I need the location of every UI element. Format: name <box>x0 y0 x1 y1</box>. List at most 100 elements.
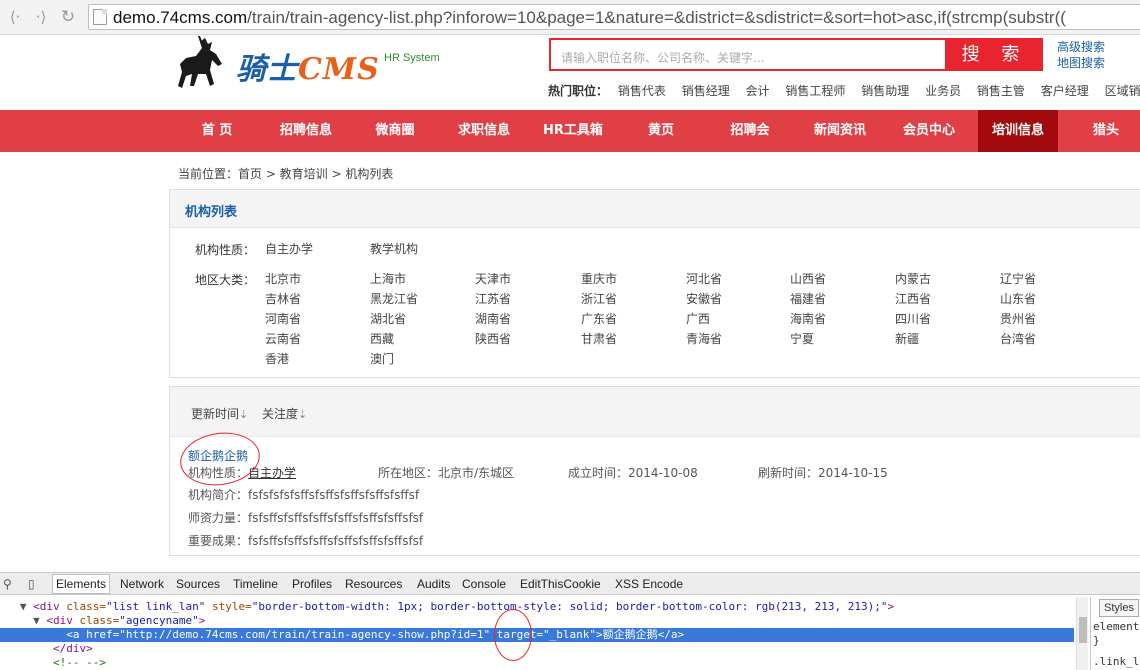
styles-tab[interactable]: Styles <box>1099 599 1139 617</box>
nav-item-training[interactable]: 培训信息 <box>978 110 1058 152</box>
nav-item-resumes[interactable]: 求职信息 <box>448 110 520 152</box>
nav-item-job-fair[interactable]: 招聘会 <box>714 110 786 152</box>
region-option[interactable]: 黑龙江省 <box>370 290 418 307</box>
tab-editthiscookie[interactable]: EditThisCookie <box>520 577 601 591</box>
agency-results: 重要成果：fsfsffsfsffsfsffsfsffsfsffsfsffsfsf <box>188 534 424 548</box>
nav-item-member-center[interactable]: 会员中心 <box>893 110 965 152</box>
tab-elements[interactable]: Elements <box>52 574 111 594</box>
sort-by-attention[interactable]: 关注度⇣ <box>262 405 307 422</box>
tab-profiles[interactable]: Profiles <box>292 577 332 591</box>
hot-job-link[interactable]: 销售助理 <box>861 84 909 98</box>
dom-node[interactable]: ▼ <div class="list link_lan" style="bord… <box>0 600 894 614</box>
styles-rule: element <box>1093 620 1140 633</box>
site-logo[interactable]: 骑士CMS HR System <box>172 36 462 94</box>
region-option[interactable]: 上海市 <box>370 270 406 287</box>
hot-job-link[interactable]: 客户经理 <box>1041 84 1089 98</box>
tab-xss-encode[interactable]: XSS Encode <box>615 577 683 591</box>
region-option[interactable]: 广西 <box>686 310 710 327</box>
nav-item-news[interactable]: 新闻资讯 <box>804 110 876 152</box>
dom-scrollbar[interactable] <box>1076 597 1088 670</box>
sort-by-updated[interactable]: 更新时间⇣ <box>191 405 248 422</box>
tab-audits[interactable]: Audits <box>417 577 450 591</box>
expand-triangle-icon[interactable]: ▼ <box>0 600 33 613</box>
region-option[interactable]: 浙江省 <box>581 290 617 307</box>
region-option[interactable]: 江西省 <box>895 290 931 307</box>
hot-job-link[interactable]: 销售代表 <box>618 84 666 98</box>
tab-timeline[interactable]: Timeline <box>233 577 278 591</box>
nature-option[interactable]: 教学机构 <box>370 240 418 257</box>
dom-node-selected[interactable]: <a href="http://demo.74cms.com/train/tra… <box>0 628 1074 642</box>
filter-panel-header: 机构列表 <box>170 190 1140 228</box>
region-option[interactable]: 新疆 <box>895 330 919 347</box>
region-option[interactable]: 香港 <box>265 350 289 367</box>
dom-tree[interactable]: ▼ <div class="list link_lan" style="bord… <box>0 597 1076 670</box>
tab-network[interactable]: Network <box>120 577 164 591</box>
region-option[interactable]: 宁夏 <box>790 330 814 347</box>
region-option[interactable]: 河南省 <box>265 310 301 327</box>
nav-item-business-circle[interactable]: 微商圈 <box>360 110 430 152</box>
hot-job-link[interactable]: 区域销售 <box>1105 84 1140 98</box>
hot-jobs: 热门职位： 销售代表 销售经理 会计 销售工程师 销售助理 业务员 销售主管 客… <box>548 82 1140 99</box>
advanced-search-link[interactable]: 高级搜索 <box>1057 39 1105 55</box>
expand-triangle-icon[interactable]: ▼ <box>0 614 46 627</box>
nav-item-home[interactable]: 首 页 <box>182 110 252 152</box>
panel-title: 机构列表 <box>185 205 238 220</box>
search-button[interactable]: 搜 索 <box>946 38 1043 71</box>
region-option[interactable]: 山东省 <box>1000 290 1036 307</box>
hot-jobs-label: 热门职位： <box>548 84 609 98</box>
map-search-link[interactable]: 地图搜索 <box>1057 55 1105 71</box>
region-option[interactable]: 陕西省 <box>475 330 511 347</box>
nature-option[interactable]: 自主办学 <box>265 240 313 257</box>
region-option[interactable]: 山西省 <box>790 270 826 287</box>
dom-node[interactable]: ▼ <div class="agencyname"> <box>0 614 205 628</box>
tab-resources[interactable]: Resources <box>345 577 402 591</box>
region-option[interactable]: 辽宁省 <box>1000 270 1036 287</box>
reload-icon[interactable]: ↻ <box>57 7 79 27</box>
nav-item-hr-tools[interactable]: HR工具箱 <box>536 110 610 152</box>
region-option[interactable]: 四川省 <box>895 310 931 327</box>
region-option[interactable]: 甘肃省 <box>581 330 617 347</box>
tab-sources[interactable]: Sources <box>176 577 220 591</box>
region-option[interactable]: 台湾省 <box>1000 330 1036 347</box>
region-label: 地区大类： <box>195 273 256 287</box>
region-option[interactable]: 青海省 <box>686 330 722 347</box>
main-nav: 首 页 招聘信息 微商圈 求职信息 HR工具箱 黄页 招聘会 新闻资讯 会员中心… <box>0 110 1140 152</box>
region-option[interactable]: 湖北省 <box>370 310 406 327</box>
nav-item-headhunter[interactable]: 猎头 <box>1074 110 1138 152</box>
hot-job-link[interactable]: 销售工程师 <box>785 84 845 98</box>
url-text: demo.74cms.com/train/train-agency-list.p… <box>113 8 1066 27</box>
nav-item-jobs[interactable]: 招聘信息 <box>270 110 342 152</box>
hot-job-link[interactable]: 销售经理 <box>682 84 730 98</box>
region-option[interactable]: 福建省 <box>790 290 826 307</box>
region-option[interactable]: 安徽省 <box>686 290 722 307</box>
forward-icon[interactable]: ·⟩ <box>30 7 52 27</box>
hot-job-link[interactable]: 销售主管 <box>977 84 1025 98</box>
region-option[interactable]: 广东省 <box>581 310 617 327</box>
device-icon[interactable]: ▯ <box>28 577 35 591</box>
filter-panel: 机构列表 机构性质： 自主办学 教学机构 地区大类： 北京市 上海市 天津市 重庆市河… <box>169 189 1140 378</box>
address-bar[interactable]: demo.74cms.com/train/train-agency-list.p… <box>88 4 1140 30</box>
region-option[interactable]: 河北省 <box>686 270 722 287</box>
region-option[interactable]: 湖南省 <box>475 310 511 327</box>
region-option[interactable]: 天津市 <box>475 270 511 287</box>
region-option[interactable]: 重庆市 <box>581 270 617 287</box>
region-option[interactable]: 内蒙古 <box>895 270 931 287</box>
back-icon[interactable]: ⟨· <box>4 7 26 27</box>
nav-item-yellow-pages[interactable]: 黄页 <box>628 110 694 152</box>
search-input[interactable]: 请输入职位名称、公司名称、关键字... <box>549 38 947 71</box>
inspect-icon[interactable]: ⚲ <box>3 577 12 591</box>
hot-job-link[interactable]: 业务员 <box>925 84 961 98</box>
region-option[interactable]: 西藏 <box>370 330 394 347</box>
region-option[interactable]: 澳门 <box>370 350 394 367</box>
region-option[interactable]: 云南省 <box>265 330 301 347</box>
tab-console[interactable]: Console <box>462 577 506 591</box>
dom-node[interactable]: </div> <box>0 642 93 656</box>
hot-job-link[interactable]: 会计 <box>746 84 770 98</box>
region-option[interactable]: 贵州省 <box>1000 310 1036 327</box>
region-option[interactable]: 吉林省 <box>265 290 301 307</box>
region-option[interactable]: 北京市 <box>265 270 301 287</box>
dom-node[interactable]: <!-- --> <box>0 656 106 670</box>
sort-arrow-icon: ⇣ <box>239 408 249 421</box>
region-option[interactable]: 海南省 <box>790 310 826 327</box>
region-option[interactable]: 江苏省 <box>475 290 511 307</box>
